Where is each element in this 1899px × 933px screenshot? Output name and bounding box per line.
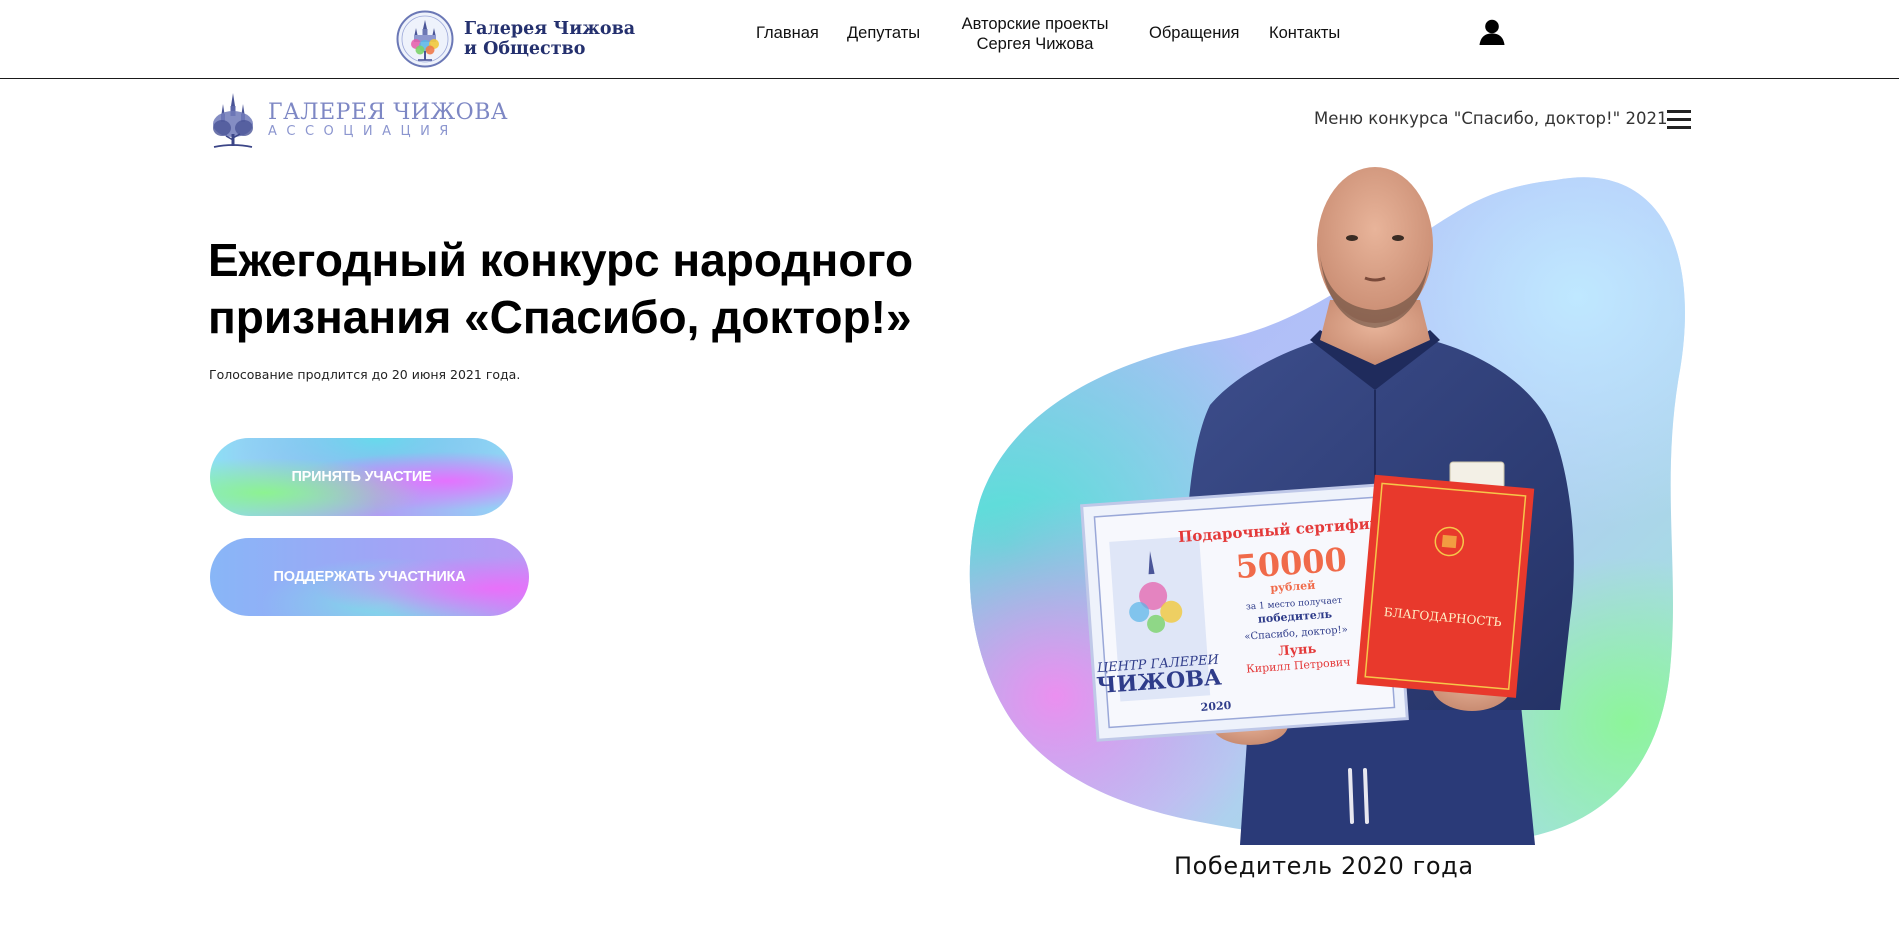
voting-deadline-text: Голосование продлится до 20 июня 2021 го… <box>209 367 521 382</box>
brand-name: Галерея Чижова и Общество <box>464 19 635 59</box>
hero-title-line1: Ежегодный конкурс народного <box>208 234 914 286</box>
nav-link-home[interactable]: Главная <box>756 23 819 43</box>
brand-name-line1: Галерея Чижова <box>464 19 636 39</box>
association-logo-link[interactable]: ГАЛЕРЕЯ ЧИЖОВА АССОЦИАЦИЯ <box>208 90 508 150</box>
nav-link-author-projects[interactable]: Авторские проекты Сергея Чижова <box>950 14 1120 54</box>
association-logo-text: ГАЛЕРЕЯ ЧИЖОВА АССОЦИАЦИЯ <box>268 101 508 139</box>
nav-link-deputies[interactable]: Депутаты <box>847 23 920 43</box>
user-icon[interactable] <box>1478 18 1506 46</box>
winner-caption: Победитель 2020 года <box>1174 852 1474 880</box>
hamburger-line <box>1667 126 1691 129</box>
association-subtitle: АССОЦИАЦИЯ <box>268 124 458 139</box>
brand-name-line2: и Общество <box>464 39 586 59</box>
contest-menu-label[interactable]: Меню конкурса "Спасибо, доктор!" 2021 <box>1314 109 1667 128</box>
winner-photo: ЦЕНТР ГАЛЕРЕИ ЧИЖОВА Подарочный сертифик… <box>969 167 1685 845</box>
certificate-surname: Лунь <box>1278 642 1317 660</box>
hamburger-line <box>1667 110 1691 113</box>
nav-link-appeals[interactable]: Обращения <box>1149 23 1239 43</box>
participate-button[interactable]: ПРИНЯТЬ УЧАСТИЕ <box>210 438 513 516</box>
hamburger-menu-icon[interactable] <box>1667 107 1691 129</box>
nav-link-author-projects-line1: Авторские проекты <box>961 15 1109 33</box>
hero-title-line2: признания «Спасибо, доктор!» <box>208 291 912 343</box>
hamburger-line <box>1667 118 1691 121</box>
certificate-year: 2020 <box>1200 699 1232 714</box>
nav-link-author-projects-line2: Сергея Чижова <box>976 35 1094 53</box>
gallery-emblem-icon <box>396 10 454 68</box>
gratitude-diploma: БЛАГОДАРНОСТЬ <box>1356 474 1535 698</box>
top-navbar: Галерея Чижова и Общество Главная Депута… <box>0 0 1899 79</box>
hero-title: Ежегодный конкурс народного признания «С… <box>208 232 968 346</box>
support-participant-button[interactable]: ПОДДЕРЖАТЬ УЧАСТНИКА <box>210 538 529 616</box>
nav-link-contacts[interactable]: Контакты <box>1269 23 1340 43</box>
brand-logo-link[interactable]: Галерея Чижова и Общество <box>396 10 635 68</box>
certificate-amount: 50000 <box>1234 540 1348 586</box>
tree-logo-icon <box>213 93 253 148</box>
association-title: ГАЛЕРЕЯ ЧИЖОВА <box>268 100 509 125</box>
